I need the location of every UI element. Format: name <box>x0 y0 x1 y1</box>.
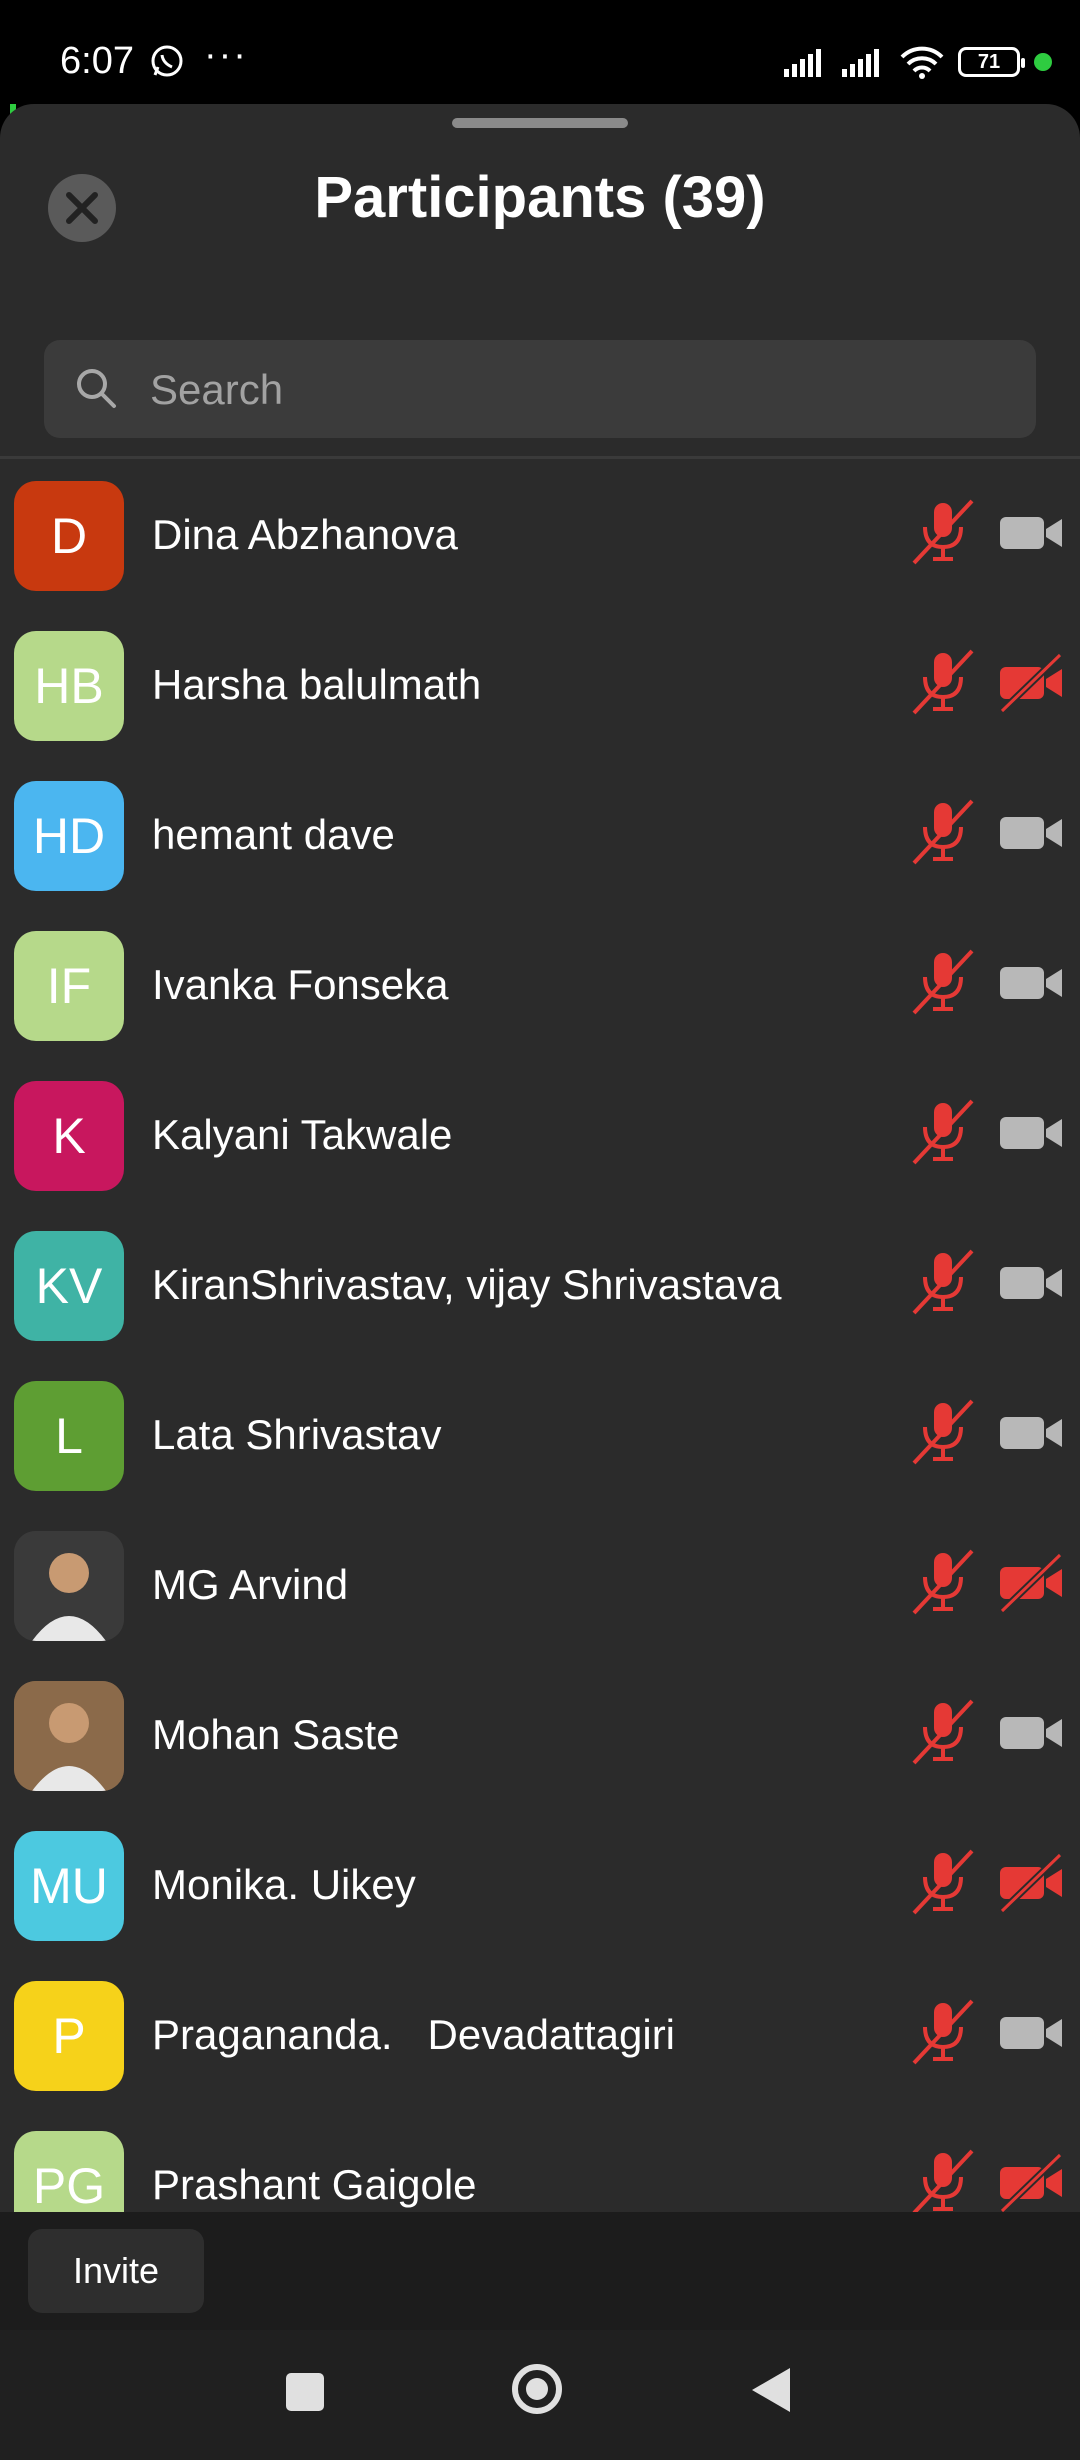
avatar-initials: IF <box>46 958 92 1014</box>
participant-name: Dina Abzhanova <box>152 511 458 558</box>
avatar-initials: KV <box>35 1258 103 1314</box>
avatar-initials: L <box>55 1408 83 1464</box>
avatar-photo <box>14 1681 124 1791</box>
avatar: L <box>14 1381 124 1491</box>
signal-icon-2 <box>842 49 879 77</box>
video-icon[interactable] <box>998 2003 1066 2063</box>
video-icon[interactable] <box>998 953 1066 1013</box>
participant-row[interactable]: K Kalyani Takwale <box>0 1059 1080 1209</box>
system-nav-bar <box>0 2330 1080 2460</box>
avatar-initials: HD <box>32 808 106 864</box>
participant-name: Harsha balulmath <box>152 661 482 708</box>
mic-muted-icon[interactable] <box>908 1697 978 1767</box>
avatar-initials: K <box>52 1108 86 1164</box>
search-bar[interactable] <box>44 340 1036 440</box>
avatar-photo <box>14 1531 124 1641</box>
avatar: MU <box>14 1831 124 1941</box>
participants-sheet: Participants (39) D Dina Abzhanova HB Harsh… <box>0 104 1080 2330</box>
mic-muted-icon[interactable] <box>908 1847 978 1917</box>
video-off-icon[interactable] <box>998 1852 1066 1914</box>
video-icon[interactable] <box>998 1253 1066 1313</box>
video-icon[interactable] <box>998 1403 1066 1463</box>
participant-name: KiranShrivastav, vijay Shrivastava <box>152 1261 782 1308</box>
mic-muted-icon[interactable] <box>908 2147 978 2216</box>
more-notifications-icon: ··· <box>204 34 248 76</box>
battery-level: 71 <box>977 50 1001 73</box>
participant-row[interactable]: L Lata Shrivastav <box>0 1359 1080 1509</box>
video-off-icon[interactable] <box>998 2152 1066 2214</box>
mic-muted-icon[interactable] <box>908 497 978 567</box>
signal-icon <box>784 49 821 77</box>
bottom-bar: Invite <box>0 2212 1080 2330</box>
avatar-initials: PG <box>32 2158 106 2214</box>
participant-name: Lata Shrivastav <box>152 1411 442 1458</box>
avatar: PG <box>14 2131 124 2216</box>
avatar-initials: MU <box>30 1858 108 1914</box>
mic-muted-icon[interactable] <box>908 797 978 867</box>
avatar: D <box>14 481 124 591</box>
avatar-initials: HB <box>34 658 104 714</box>
mic-muted-icon[interactable] <box>908 647 978 717</box>
video-icon[interactable] <box>998 1103 1066 1163</box>
search-input[interactable] <box>148 340 1012 440</box>
avatar: IF <box>14 931 124 1041</box>
participant-name: MG Arvind <box>152 1561 349 1608</box>
participant-row[interactable]: HD hemant dave <box>0 759 1080 909</box>
participant-row[interactable]: D Dina Abzhanova <box>0 459 1080 609</box>
participant-row[interactable]: MG Arvind <box>0 1509 1080 1659</box>
home-button[interactable] <box>512 2364 562 2414</box>
participant-name: Kalyani Takwale <box>152 1111 453 1158</box>
camera-in-use-indicator <box>1034 53 1052 71</box>
mic-muted-icon[interactable] <box>908 947 978 1017</box>
mic-muted-icon[interactable] <box>908 1397 978 1467</box>
participant-row[interactable]: PG Prashant Gaigole <box>0 2109 1080 2216</box>
participant-name: Ivanka Fonseka <box>152 961 449 1008</box>
drag-handle[interactable] <box>452 118 628 128</box>
mic-muted-icon[interactable] <box>908 1547 978 1617</box>
mic-muted-icon[interactable] <box>908 1997 978 2067</box>
participant-name: Monika. Uikey <box>152 1861 416 1908</box>
video-off-icon[interactable] <box>998 652 1066 714</box>
avatar-initials: D <box>50 508 88 564</box>
participant-name: hemant dave <box>152 811 395 858</box>
participant-name: Pragananda. Devadattagiri <box>152 2011 676 2058</box>
avatar: HB <box>14 631 124 741</box>
status-time: 6:07 <box>60 40 134 82</box>
video-icon[interactable] <box>998 1703 1066 1763</box>
page-title: Participants (39) <box>314 165 766 230</box>
video-off-icon[interactable] <box>998 1552 1066 1614</box>
mic-muted-icon[interactable] <box>908 1097 978 1167</box>
participant-list[interactable]: D Dina Abzhanova HB Harsha balulmath HD heman… <box>0 459 1080 2216</box>
avatar: KV <box>14 1231 124 1341</box>
participant-row[interactable]: P Pragananda. Devadattagiri <box>0 1959 1080 2109</box>
battery-icon: 71 <box>958 47 1025 77</box>
participant-row[interactable]: MU Monika. Uikey <box>0 1809 1080 1959</box>
search-icon <box>77 369 116 408</box>
status-bar: 6:07 ··· 71 <box>0 0 1080 104</box>
back-button[interactable] <box>752 2368 790 2412</box>
wifi-icon <box>900 46 944 79</box>
participant-row[interactable]: IF Ivanka Fonseka <box>0 909 1080 1059</box>
invite-button[interactable]: Invite <box>28 2229 204 2313</box>
participant-row[interactable]: Mohan Saste <box>0 1659 1080 1809</box>
participant-row[interactable]: KV KiranShrivastav, vijay Shrivastava <box>0 1209 1080 1359</box>
mic-muted-icon[interactable] <box>908 1247 978 1317</box>
avatar: K <box>14 1081 124 1191</box>
participant-name: Mohan Saste <box>152 1711 400 1758</box>
whatsapp-icon <box>151 45 183 77</box>
avatar-initials: P <box>52 2008 86 2064</box>
participant-row[interactable]: HB Harsha balulmath <box>0 609 1080 759</box>
recents-button[interactable] <box>286 2373 324 2411</box>
video-icon[interactable] <box>998 503 1066 563</box>
participant-name: Prashant Gaigole <box>152 2161 477 2208</box>
avatar: P <box>14 1981 124 2091</box>
video-icon[interactable] <box>998 803 1066 863</box>
avatar: HD <box>14 781 124 891</box>
